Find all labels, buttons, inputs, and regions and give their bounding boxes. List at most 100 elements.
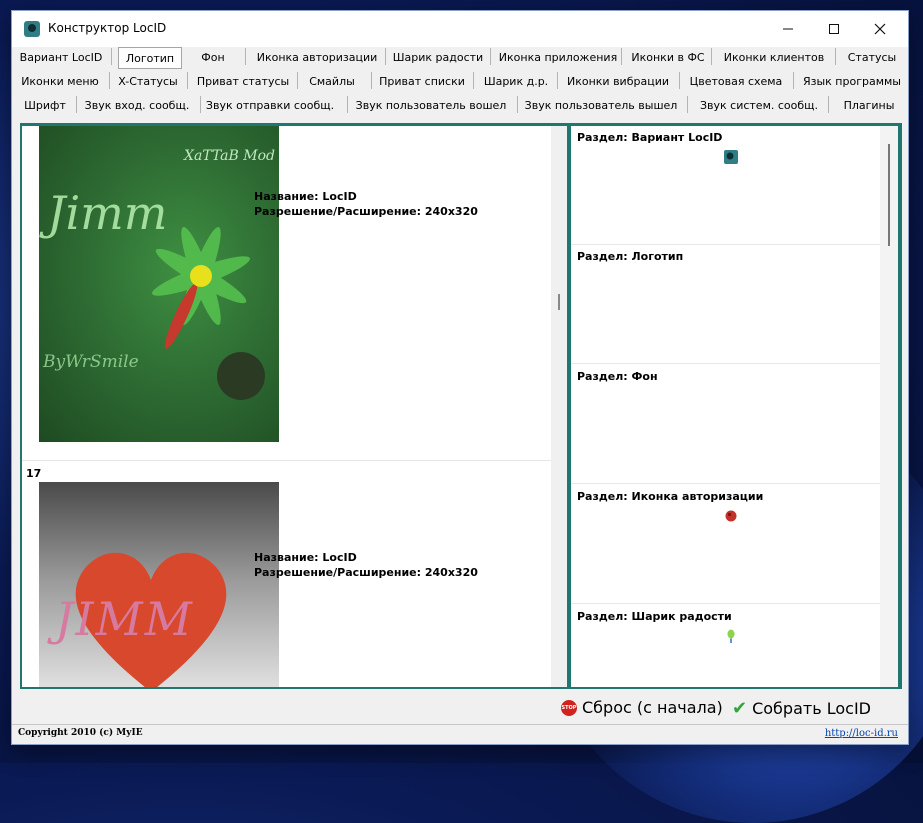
tab-separator <box>490 48 491 65</box>
title-bar[interactable]: Конструктор LocID <box>12 11 908 47</box>
sections-panel: Раздел: Вариант LocID Раздел: Логотип Ра… <box>571 126 880 687</box>
section-variant-locid: Раздел: Вариант LocID <box>571 126 880 245</box>
tab-separator <box>371 72 372 89</box>
scrollbar-thumb[interactable] <box>558 294 560 310</box>
tab-separator <box>793 72 794 89</box>
tab-separator <box>557 72 558 89</box>
tab-private-statuses[interactable]: Приват статусы <box>197 71 289 91</box>
tab-fs-icons[interactable]: Иконки в ФС <box>630 47 706 67</box>
tab-row-2: Иконки меню X-Статусы Приват статусы Сма… <box>14 68 906 92</box>
tab-auth-icon[interactable]: Иконка авторизации <box>254 47 380 67</box>
tab-separator <box>473 72 474 89</box>
tab-separator <box>109 72 110 89</box>
item-meta: Название: LocID Разрешение/Расширение: 2… <box>254 189 478 219</box>
section-title: Раздел: Вариант LocID <box>577 131 723 144</box>
tab-smileys[interactable]: Смайлы <box>306 71 358 91</box>
tab-program-language[interactable]: Язык программы <box>802 71 902 91</box>
app-icon <box>24 21 40 37</box>
tab-birthday-ball[interactable]: Шарик д.р. <box>482 71 550 91</box>
close-button[interactable] <box>857 11 903 47</box>
tab-separator <box>297 72 298 89</box>
balloon-icon <box>727 629 735 643</box>
tab-x-statuses[interactable]: X-Статусы <box>116 71 180 91</box>
flower-graphic <box>152 227 265 400</box>
stop-icon: STOP <box>561 699 577 716</box>
checkmark-icon: ✔ <box>732 698 748 719</box>
preview-brand-top: XaTTaB Mod <box>184 148 275 164</box>
tab-row-1: Вариант LocID Логотип Фон Иконка авториз… <box>14 44 906 69</box>
section-logo: Раздел: Логотип <box>571 245 880 364</box>
tab-sound-system[interactable]: Звук систем. сообщ. <box>696 95 822 115</box>
action-bar: STOP Сброс (с начала) ✔ Собрать LocID <box>12 691 908 725</box>
item-resolution: Разрешение/Расширение: 240x320 <box>254 205 478 218</box>
tab-separator <box>200 96 201 113</box>
window-title: Конструктор LocID <box>48 21 167 35</box>
item-name: Название: LocID <box>254 190 357 203</box>
tab-sound-user-out[interactable]: Звук пользователь вышел <box>525 95 678 115</box>
tab-separator <box>76 96 77 113</box>
section-title: Раздел: Шарик радости <box>577 610 732 623</box>
minimize-button[interactable] <box>765 11 811 47</box>
section-title: Раздел: Логотип <box>577 250 684 263</box>
tab-statuses[interactable]: Статусы <box>842 47 902 67</box>
list-item[interactable]: 17 JIMM Название: LocID Разрешение/Расши… <box>22 462 558 687</box>
tab-strip: Вариант LocID Логотип Фон Иконка авториз… <box>14 44 906 120</box>
section-joy-ball: Раздел: Шарик радости <box>571 605 880 687</box>
tab-background[interactable]: Фон <box>194 47 232 67</box>
tab-separator <box>828 96 829 113</box>
tab-separator <box>187 72 188 89</box>
tab-sound-sending[interactable]: Звук отправки сообщ. <box>206 95 334 115</box>
tab-color-scheme[interactable]: Цветовая схема <box>686 71 786 91</box>
tab-separator <box>517 96 518 113</box>
copyright-text: Copyright 2010 (c) MyIE <box>18 728 143 738</box>
item-resolution: Разрешение/Расширение: 240x320 <box>254 566 478 579</box>
tab-sound-incoming[interactable]: Звук вход. сообщ. <box>82 95 192 115</box>
tab-separator <box>687 96 688 113</box>
logo-list[interactable]: XaTTaB Mod Jimm ByWrSmile Название: LocI… <box>22 126 558 687</box>
tab-client-icons[interactable]: Иконки клиентов <box>722 47 826 67</box>
tab-separator <box>245 48 246 65</box>
item-name: Название: LocID <box>254 551 357 564</box>
tab-separator <box>711 48 712 65</box>
maximize-icon <box>829 24 839 34</box>
tab-plugins[interactable]: Плагины <box>836 95 902 115</box>
tab-separator <box>679 72 680 89</box>
tab-row-3: Шрифт Звук вход. сообщ. Звук отправки со… <box>14 92 906 116</box>
preview-brand-main: JIMM <box>55 592 194 646</box>
build-label: Собрать LocID <box>752 699 871 718</box>
website-link[interactable]: http://loc-id.ru <box>825 728 898 739</box>
tab-private-lists[interactable]: Приват списки <box>379 71 465 91</box>
locid-icon <box>724 150 738 164</box>
app-window: Конструктор LocID Вариант LocID Логотип … <box>11 10 909 745</box>
logo-preview-image[interactable]: JIMM <box>39 482 279 687</box>
build-button[interactable]: ✔ Собрать LocID <box>732 698 871 719</box>
tab-separator <box>385 48 386 65</box>
tab-separator <box>347 96 348 113</box>
tab-joy-ball[interactable]: Шарик радости <box>392 47 484 67</box>
tab-font[interactable]: Шрифт <box>16 95 74 115</box>
tab-logo[interactable]: Логотип <box>118 47 182 69</box>
tab-sound-user-in[interactable]: Звук пользователь вошел <box>356 95 507 115</box>
tab-variant-locid[interactable]: Вариант LocID <box>16 47 106 67</box>
scrollbar-thumb[interactable] <box>888 144 890 246</box>
preview-brand-bottom: ByWrSmile <box>43 352 139 372</box>
tab-app-icon[interactable]: Иконка приложения <box>498 47 618 67</box>
tab-separator <box>835 48 836 65</box>
item-divider <box>22 460 558 461</box>
maximize-button[interactable] <box>811 11 857 47</box>
reset-button[interactable]: STOP Сброс (с начала) <box>561 698 723 717</box>
auth-icon <box>725 510 737 522</box>
section-auth-icon: Раздел: Иконка авторизации <box>571 485 880 604</box>
tab-vibration-icons[interactable]: Иконки вибрации <box>566 71 670 91</box>
logo-list-scrollbar[interactable] <box>551 126 567 687</box>
tab-separator <box>621 48 622 65</box>
section-background: Раздел: Фон <box>571 365 880 484</box>
minimize-icon <box>783 28 793 30</box>
item-number: 17 <box>26 467 42 480</box>
logo-preview-image[interactable]: XaTTaB Mod Jimm ByWrSmile <box>39 126 279 442</box>
list-item[interactable]: XaTTaB Mod Jimm ByWrSmile Название: LocI… <box>22 126 558 460</box>
sections-scrollbar[interactable] <box>880 126 898 687</box>
close-icon <box>874 23 886 35</box>
tab-menu-icons[interactable]: Иконки меню <box>16 71 104 91</box>
section-title: Раздел: Иконка авторизации <box>577 490 764 503</box>
